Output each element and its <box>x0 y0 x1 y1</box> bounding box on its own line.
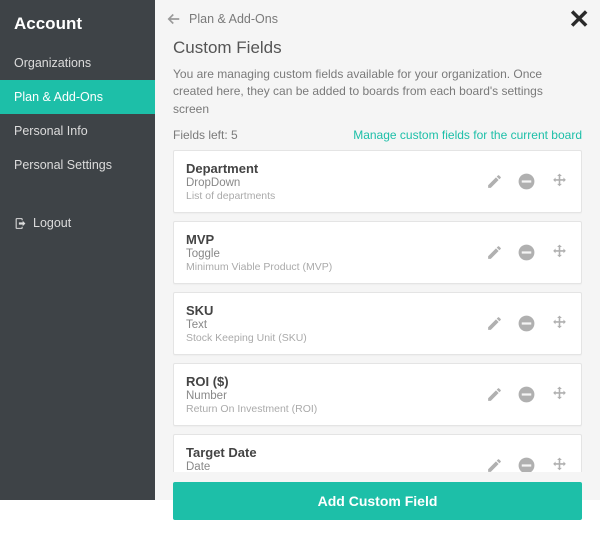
field-name: ROI ($) <box>186 374 317 389</box>
edit-icon[interactable] <box>486 386 503 403</box>
field-row: MVPToggleMinimum Viable Product (MVP) <box>173 221 582 284</box>
field-description: Minimum Viable Product (MVP) <box>186 261 332 273</box>
add-custom-field-button[interactable]: Add Custom Field <box>173 482 582 520</box>
edit-icon[interactable] <box>486 315 503 332</box>
sidebar-item-label: Personal Settings <box>14 158 112 172</box>
edit-icon[interactable] <box>486 173 503 190</box>
remove-icon[interactable] <box>517 172 536 191</box>
sidebar: Account Organizations Plan & Add-Ons Perso… <box>0 0 155 500</box>
custom-fields-list: DepartmentDropDownList of departments MVP… <box>173 150 582 472</box>
sidebar-title: Account <box>0 0 155 46</box>
field-info: SKUTextStock Keeping Unit (SKU) <box>186 303 307 344</box>
remove-icon[interactable] <box>517 456 536 472</box>
field-actions <box>486 385 569 404</box>
manage-fields-link[interactable]: Manage custom fields for the current boa… <box>353 128 582 142</box>
field-description: Stock Keeping Unit (SKU) <box>186 332 307 344</box>
field-info: Target DateDateDate expected by our cust… <box>186 445 337 472</box>
sidebar-item-label: Organizations <box>14 56 91 70</box>
remove-icon[interactable] <box>517 314 536 333</box>
field-row: SKUTextStock Keeping Unit (SKU) <box>173 292 582 355</box>
field-actions <box>486 314 569 333</box>
move-icon[interactable] <box>550 243 569 262</box>
field-info: ROI ($)NumberReturn On Investment (ROI) <box>186 374 317 415</box>
field-row: Target DateDateDate expected by our cust… <box>173 434 582 472</box>
remove-icon[interactable] <box>517 243 536 262</box>
logout-button[interactable]: Logout <box>0 206 155 240</box>
logout-label: Logout <box>33 216 71 230</box>
breadcrumb-label: Plan & Add-Ons <box>189 12 278 26</box>
field-name: SKU <box>186 303 307 318</box>
field-type: Text <box>186 319 307 331</box>
signout-icon <box>14 217 27 230</box>
field-type: DropDown <box>186 177 275 189</box>
field-description: Return On Investment (ROI) <box>186 403 317 415</box>
move-icon[interactable] <box>550 314 569 333</box>
field-row: ROI ($)NumberReturn On Investment (ROI) <box>173 363 582 426</box>
field-row: DepartmentDropDownList of departments <box>173 150 582 213</box>
sidebar-item-label: Plan & Add-Ons <box>14 90 103 104</box>
sidebar-item-label: Personal Info <box>14 124 88 138</box>
edit-icon[interactable] <box>486 244 503 261</box>
move-icon[interactable] <box>550 172 569 191</box>
field-name: Department <box>186 161 275 176</box>
page-title: Custom Fields <box>173 38 582 58</box>
move-icon[interactable] <box>550 456 569 472</box>
field-info: MVPToggleMinimum Viable Product (MVP) <box>186 232 332 273</box>
field-actions <box>486 243 569 262</box>
field-description: List of departments <box>186 190 275 202</box>
field-actions <box>486 172 569 191</box>
field-type: Toggle <box>186 248 332 260</box>
field-info: DepartmentDropDownList of departments <box>186 161 275 202</box>
field-type: Number <box>186 390 317 402</box>
field-name: Target Date <box>186 445 337 460</box>
field-name: MVP <box>186 232 332 247</box>
remove-icon[interactable] <box>517 385 536 404</box>
field-type: Date <box>186 461 337 472</box>
sidebar-item-personal-settings[interactable]: Personal Settings <box>0 148 155 182</box>
page-description: You are managing custom fields available… <box>173 66 582 118</box>
close-icon[interactable]: ✕ <box>568 6 590 32</box>
back-arrow-icon[interactable] <box>165 10 183 28</box>
sidebar-item-plan-add-ons[interactable]: Plan & Add-Ons <box>0 80 155 114</box>
breadcrumb: Plan & Add-Ons <box>155 0 600 34</box>
main-panel: ✕ Plan & Add-Ons Custom Fields You are m… <box>155 0 600 500</box>
sidebar-item-personal-info[interactable]: Personal Info <box>0 114 155 148</box>
move-icon[interactable] <box>550 385 569 404</box>
field-actions <box>486 456 569 472</box>
fields-left-label: Fields left: 5 <box>173 128 238 142</box>
sidebar-item-organizations[interactable]: Organizations <box>0 46 155 80</box>
edit-icon[interactable] <box>486 457 503 472</box>
